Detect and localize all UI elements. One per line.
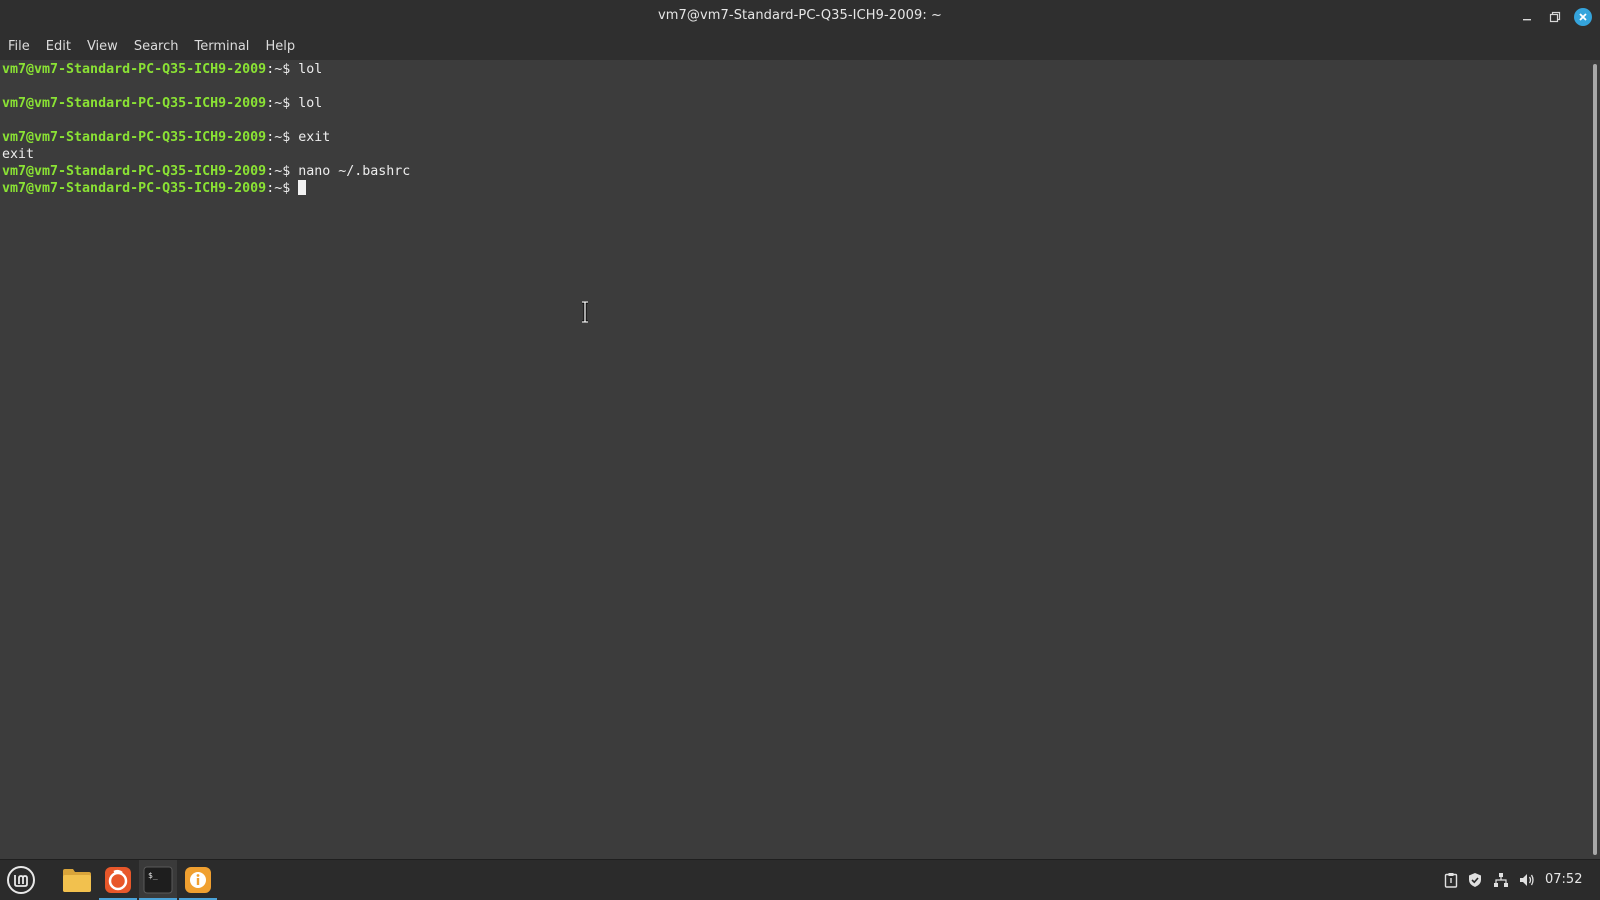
volume-icon xyxy=(1520,874,1534,886)
window-title: vm7@vm7-Standard-PC-Q35-ICH9-2009: ~ xyxy=(657,8,943,23)
prompt-user-host: vm7@vm7-Standard-PC-Q35-ICH9-2009 xyxy=(2,62,267,77)
terminal-line: vm7@vm7-Standard-PC-Q35-ICH9-2009:~$ nan… xyxy=(0,163,1590,180)
taskbar-info[interactable] xyxy=(179,860,217,900)
prompt-user-host: vm7@vm7-Standard-PC-Q35-ICH9-2009 xyxy=(2,164,267,179)
text-cursor xyxy=(298,180,307,195)
close-icon xyxy=(1574,8,1592,26)
tray-clipboard[interactable] xyxy=(1442,871,1460,889)
menu-item-terminal[interactable]: Terminal xyxy=(186,35,257,58)
info-icon xyxy=(185,867,211,893)
command-text: lol xyxy=(298,62,323,77)
taskbar-files[interactable] xyxy=(58,860,96,900)
clock[interactable]: 07:52 xyxy=(1545,872,1582,887)
terminal-line: vm7@vm7-Standard-PC-Q35-ICH9-2009:~$ xyxy=(0,180,1590,197)
prompt-user-host: vm7@vm7-Standard-PC-Q35-ICH9-2009 xyxy=(2,96,267,111)
scrollbar-thumb[interactable] xyxy=(1593,64,1597,855)
menu-item-file[interactable]: File xyxy=(0,35,38,58)
menu-item-help[interactable]: Help xyxy=(257,35,303,58)
prompt-separator: :~$ xyxy=(266,181,299,196)
command-text: nano ~/.bashrc xyxy=(298,164,411,179)
terminal-line: vm7@vm7-Standard-PC-Q35-ICH9-2009:~$ exi… xyxy=(0,129,1590,146)
menu-item-search[interactable]: Search xyxy=(126,35,187,58)
terminal-line: exit xyxy=(0,146,1590,163)
prompt-separator: :~$ xyxy=(266,130,299,145)
menu-bar: File Edit View Search Terminal Help xyxy=(0,33,1600,60)
prompt-separator: :~$ xyxy=(266,96,299,111)
terminal-line: vm7@vm7-Standard-PC-Q35-ICH9-2009:~$ lol xyxy=(0,61,1590,78)
title-bar[interactable]: vm7@vm7-Standard-PC-Q35-ICH9-2009: ~ xyxy=(0,0,1600,33)
folder-icon xyxy=(63,869,91,892)
tray-volume[interactable] xyxy=(1518,871,1536,889)
maximize-button[interactable] xyxy=(1544,6,1566,28)
tray-network[interactable] xyxy=(1492,871,1510,889)
menu-item-edit[interactable]: Edit xyxy=(38,35,79,58)
network-icon xyxy=(1494,873,1508,887)
terminal-icon: $_ xyxy=(143,866,173,894)
taskbar: $_ 07:52 xyxy=(0,859,1600,900)
clipboard-icon xyxy=(1444,873,1458,888)
menu-item-view[interactable]: View xyxy=(79,35,126,58)
scrollbar[interactable] xyxy=(1590,60,1600,859)
tray-shield[interactable] xyxy=(1466,871,1484,889)
terminal-window: vm7@vm7-Standard-PC-Q35-ICH9-2009: ~ Fil… xyxy=(0,0,1600,860)
prompt-user-host: vm7@vm7-Standard-PC-Q35-ICH9-2009 xyxy=(2,130,267,145)
prompt-separator: :~$ xyxy=(266,62,299,77)
minimize-icon xyxy=(1523,19,1531,21)
terminal-line: vm7@vm7-Standard-PC-Q35-ICH9-2009:~$ lol xyxy=(0,95,1590,112)
taskbar-terminal[interactable]: $_ xyxy=(139,860,177,900)
output-text: exit xyxy=(2,147,35,162)
minimize-button[interactable] xyxy=(1516,6,1538,28)
linux-mint-logo-icon xyxy=(7,866,35,894)
restore-icon xyxy=(1549,11,1561,23)
firefox-icon xyxy=(105,867,131,893)
taskbar-firefox[interactable] xyxy=(99,860,137,900)
ibeam-cursor-icon xyxy=(582,301,588,323)
svg-text:$_: $_ xyxy=(148,871,158,880)
close-button[interactable] xyxy=(1572,6,1594,28)
prompt-user-host: vm7@vm7-Standard-PC-Q35-ICH9-2009 xyxy=(2,181,267,196)
command-text: lol xyxy=(298,96,323,111)
prompt-separator: :~$ xyxy=(266,164,299,179)
command-text: exit xyxy=(298,130,331,145)
menu-button[interactable] xyxy=(2,860,40,900)
terminal-output[interactable]: vm7@vm7-Standard-PC-Q35-ICH9-2009:~$ lol… xyxy=(0,60,1590,860)
shield-icon xyxy=(1469,873,1481,887)
